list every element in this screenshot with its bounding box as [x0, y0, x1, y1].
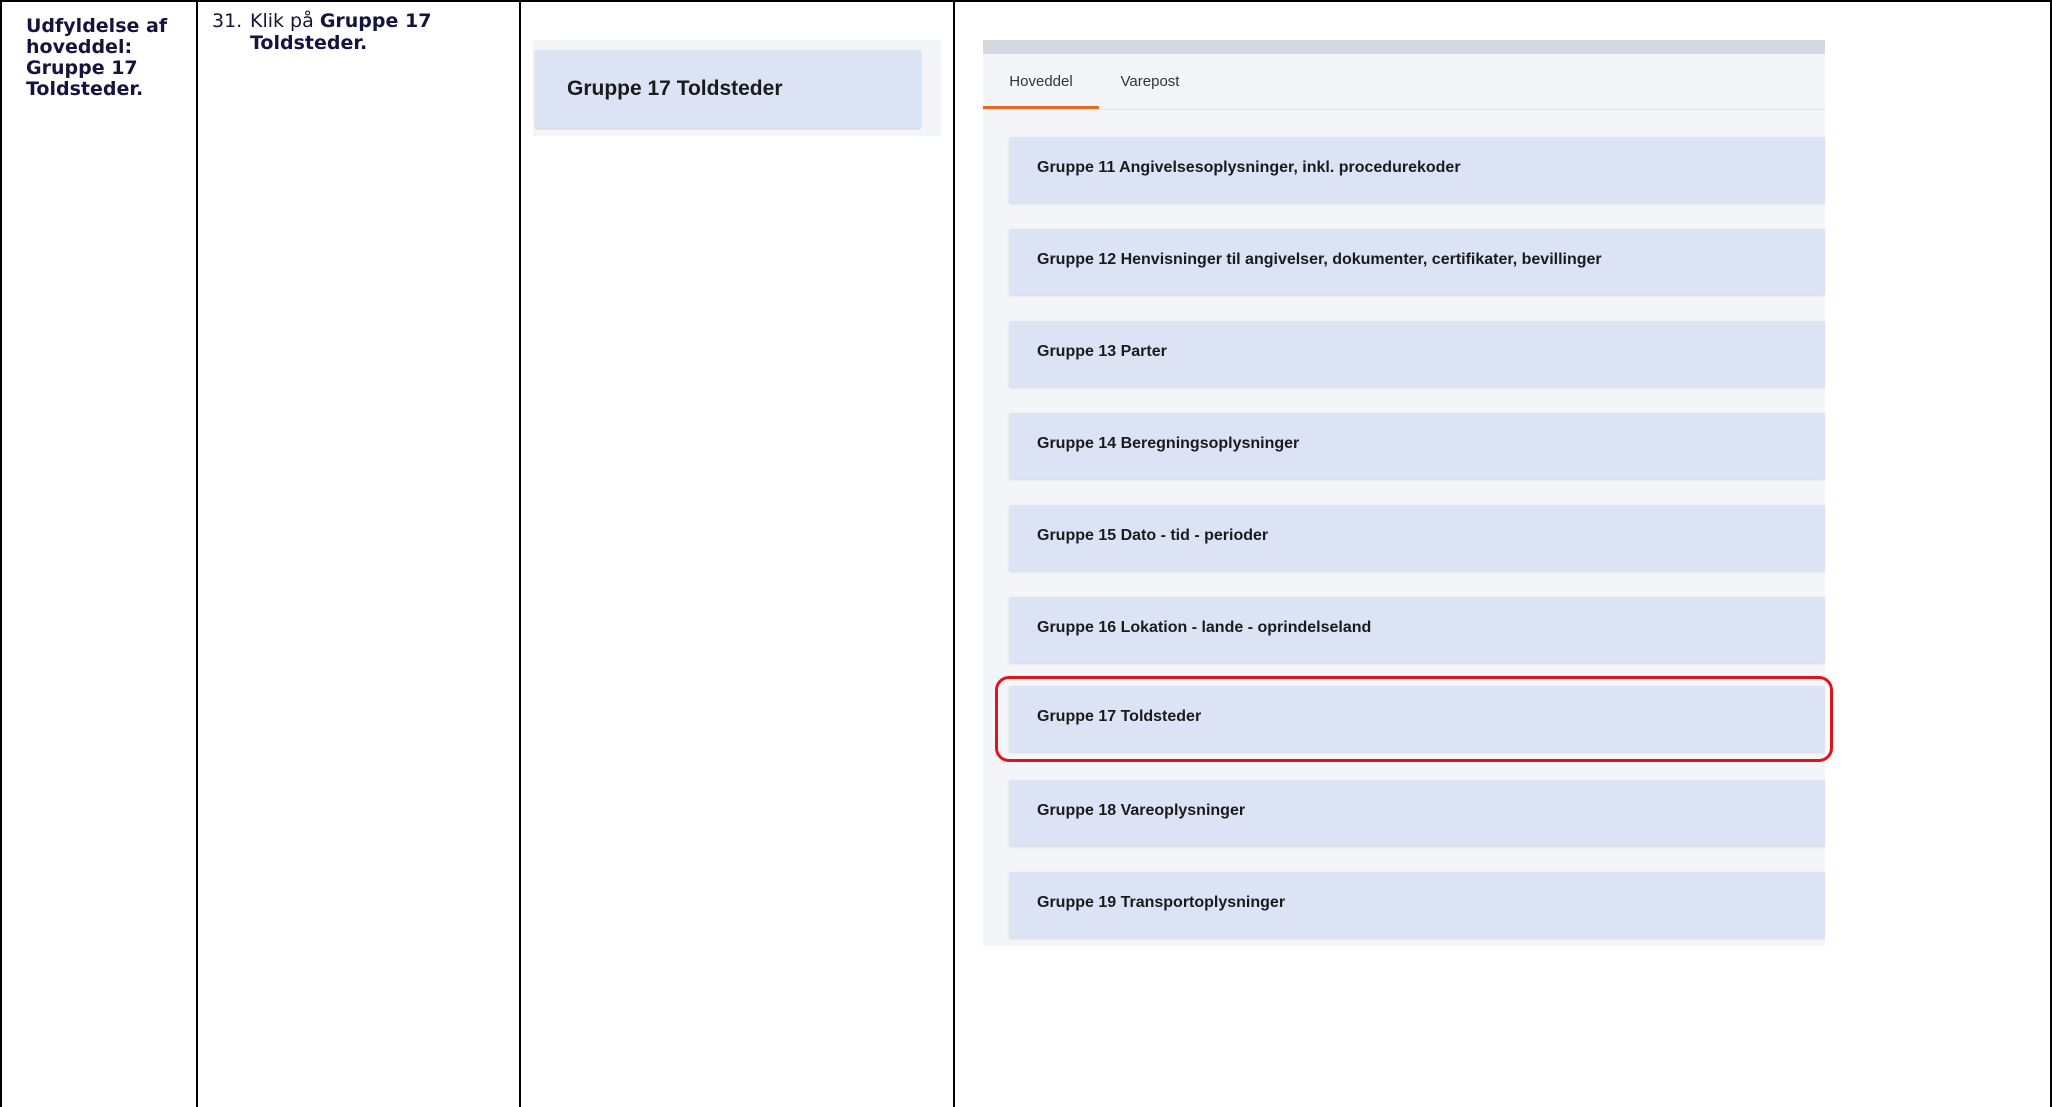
- group-card-label: Gruppe 19 Transportoplysninger: [1037, 894, 1286, 911]
- tab-hoveddel[interactable]: Hoveddel: [983, 54, 1099, 109]
- step-title-cell: Udfyldelse af hoveddel: Gruppe 17 Toldst…: [0, 0, 196, 1107]
- group-card-14[interactable]: Gruppe 14 Beregningsoplysninger: [1009, 413, 1825, 479]
- zoom-crop: Gruppe 17 Toldsteder: [533, 40, 941, 136]
- instruction-table: Udfyldelse af hoveddel: Gruppe 17 Toldst…: [0, 0, 2052, 1107]
- declaration-panel: Hoveddel Varepost Gruppe 11 Angivelsesop…: [983, 40, 1833, 946]
- group-card-18[interactable]: Gruppe 18 Vareoplysninger: [1009, 780, 1825, 846]
- group-card-15[interactable]: Gruppe 15 Dato - tid - perioder: [1009, 505, 1825, 571]
- group-card-label: Gruppe 17 Toldsteder: [1037, 708, 1202, 725]
- group-card-11[interactable]: Gruppe 11 Angivelsesoplysninger, inkl. p…: [1009, 137, 1825, 203]
- group-card-label: Gruppe 15 Dato - tid - perioder: [1037, 527, 1269, 544]
- instruction-target-line2: Toldsteder.: [250, 32, 368, 54]
- instruction-prefix: Klik på: [250, 10, 320, 32]
- group-card-label: Gruppe 13 Parter: [1037, 343, 1167, 360]
- zoom-group-card-label: Gruppe 17 Toldsteder: [567, 77, 783, 100]
- group-card-13[interactable]: Gruppe 13 Parter: [1009, 321, 1825, 387]
- step-instruction: 31. Klik på Gruppe 17 Toldsteder.: [212, 10, 512, 54]
- group-card-label: Gruppe 11 Angivelsesoplysninger, inkl. p…: [1037, 159, 1461, 176]
- group-card-label: Gruppe 12 Henvisninger til angivelser, d…: [1037, 251, 1602, 268]
- group-card-label: Gruppe 16 Lokation - lande - oprindelsel…: [1037, 619, 1372, 636]
- group-card-label: Gruppe 18 Vareoplysninger: [1037, 802, 1246, 819]
- step-instruction-cell: 31. Klik på Gruppe 17 Toldsteder.: [196, 0, 519, 1107]
- group-card-16[interactable]: Gruppe 16 Lokation - lande - oprindelsel…: [1009, 597, 1825, 663]
- step-number: 31.: [212, 10, 243, 32]
- instruction-target-line1: Gruppe 17: [319, 10, 432, 32]
- group-card-19[interactable]: Gruppe 19 Transportoplysninger: [1009, 872, 1825, 938]
- zoom-crop-cell: Gruppe 17 Toldsteder: [519, 0, 953, 1107]
- group-card-17[interactable]: Gruppe 17 Toldsteder: [1009, 686, 1825, 752]
- panel-top-bar: [983, 40, 1825, 54]
- step-title: Udfyldelse af hoveddel: Gruppe 17 Toldst…: [26, 15, 168, 100]
- group-card-12[interactable]: Gruppe 12 Henvisninger til angivelser, d…: [1009, 229, 1825, 295]
- tab-varepost[interactable]: Varepost: [1099, 54, 1201, 109]
- group-card-label: Gruppe 14 Beregningsoplysninger: [1037, 435, 1300, 452]
- screenshot-cell: Hoveddel Varepost Gruppe 11 Angivelsesop…: [953, 0, 2052, 1107]
- tab-bar: Hoveddel Varepost: [983, 54, 1825, 110]
- zoom-group-card[interactable]: Gruppe 17 Toldsteder: [535, 50, 921, 128]
